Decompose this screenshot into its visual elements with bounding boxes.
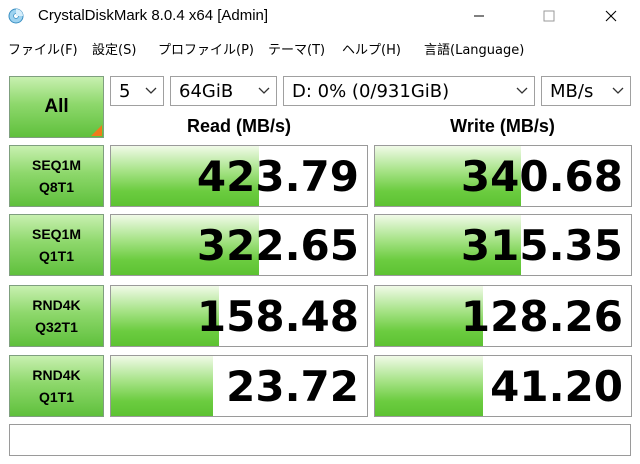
read-progress-bar <box>111 356 214 416</box>
test-rnd4k-q1t1-button[interactable]: RND4K Q1T1 <box>9 355 104 417</box>
read-value: 322.65 <box>196 221 359 270</box>
menu-help[interactable]: ヘルプ(H) <box>342 39 401 58</box>
test-params: Q1T1 <box>38 248 74 264</box>
test-params: Q1T1 <box>38 389 74 405</box>
corner-marker-icon <box>91 125 102 136</box>
test-name: SEQ1M <box>31 226 81 242</box>
write-value: 315.35 <box>460 221 623 270</box>
write-value: 128.26 <box>460 292 623 341</box>
chevron-down-icon <box>145 87 157 94</box>
title-bar: CrystalDiskMark 8.0.4 x64 [Admin] <box>0 0 640 32</box>
minimize-icon <box>474 15 484 17</box>
drive-value: D: 0% (0/931GiB) <box>292 81 450 102</box>
read-result-cell: 23.72 <box>110 355 368 417</box>
chevron-down-icon <box>516 87 528 94</box>
write-result-cell: 315.35 <box>374 214 632 276</box>
menu-file[interactable]: ファイル(F) <box>8 39 78 58</box>
test-rnd4k-q32t1-button[interactable]: RND4K Q32T1 <box>9 285 104 347</box>
test-name: RND4K <box>32 297 81 313</box>
count-value: 5 <box>119 81 131 102</box>
chevron-down-icon <box>612 87 624 94</box>
menu-language[interactable]: 言語(Language) <box>424 39 524 58</box>
unit-select[interactable]: MB/s <box>541 76 631 106</box>
menu-theme[interactable]: テーマ(T) <box>268 39 325 58</box>
unit-value: MB/s <box>550 81 594 102</box>
minimize-button[interactable] <box>456 0 502 32</box>
chevron-down-icon <box>258 87 270 94</box>
menu-bar: ファイル(F) 設定(S) プロファイル(P) テーマ(T) ヘルプ(H) 言語… <box>0 36 640 60</box>
write-header: Write (MB/s) <box>450 116 555 136</box>
all-button-label: All <box>44 96 69 117</box>
app-icon <box>8 8 24 24</box>
all-button[interactable]: All <box>9 76 104 138</box>
comment-field[interactable] <box>9 424 631 456</box>
test-seq1m-q8t1-button[interactable]: SEQ1M Q8T1 <box>9 145 104 207</box>
maximize-icon <box>543 10 555 22</box>
read-header: Read (MB/s) <box>186 116 291 136</box>
write-value: 340.68 <box>460 152 623 201</box>
read-result-cell: 158.48 <box>110 285 368 347</box>
maximize-button[interactable] <box>526 0 572 32</box>
test-name: SEQ1M <box>31 157 81 173</box>
write-result-cell: 41.20 <box>374 355 632 417</box>
test-params: Q32T1 <box>35 319 78 335</box>
test-name: RND4K <box>32 367 81 383</box>
menu-settings[interactable]: 設定(S) <box>92 39 136 58</box>
read-value: 23.72 <box>226 362 359 411</box>
menu-profile[interactable]: プロファイル(P) <box>158 39 254 58</box>
read-value: 423.79 <box>196 152 359 201</box>
window-title: CrystalDiskMark 8.0.4 x64 [Admin] <box>38 7 269 24</box>
test-params: Q8T1 <box>38 179 74 195</box>
close-icon <box>605 10 617 22</box>
read-result-cell: 423.79 <box>110 145 368 207</box>
read-result-cell: 322.65 <box>110 214 368 276</box>
write-progress-bar <box>375 356 483 416</box>
test-seq1m-q1t1-button[interactable]: SEQ1M Q1T1 <box>9 214 104 276</box>
read-value: 158.48 <box>196 292 359 341</box>
count-select[interactable]: 5 <box>110 76 164 106</box>
size-value: 64GiB <box>179 81 234 102</box>
write-result-cell: 128.26 <box>374 285 632 347</box>
drive-select[interactable]: D: 0% (0/931GiB) <box>283 76 535 106</box>
write-result-cell: 340.68 <box>374 145 632 207</box>
size-select[interactable]: 64GiB <box>170 76 277 106</box>
close-button[interactable] <box>588 0 634 32</box>
write-value: 41.20 <box>490 362 623 411</box>
